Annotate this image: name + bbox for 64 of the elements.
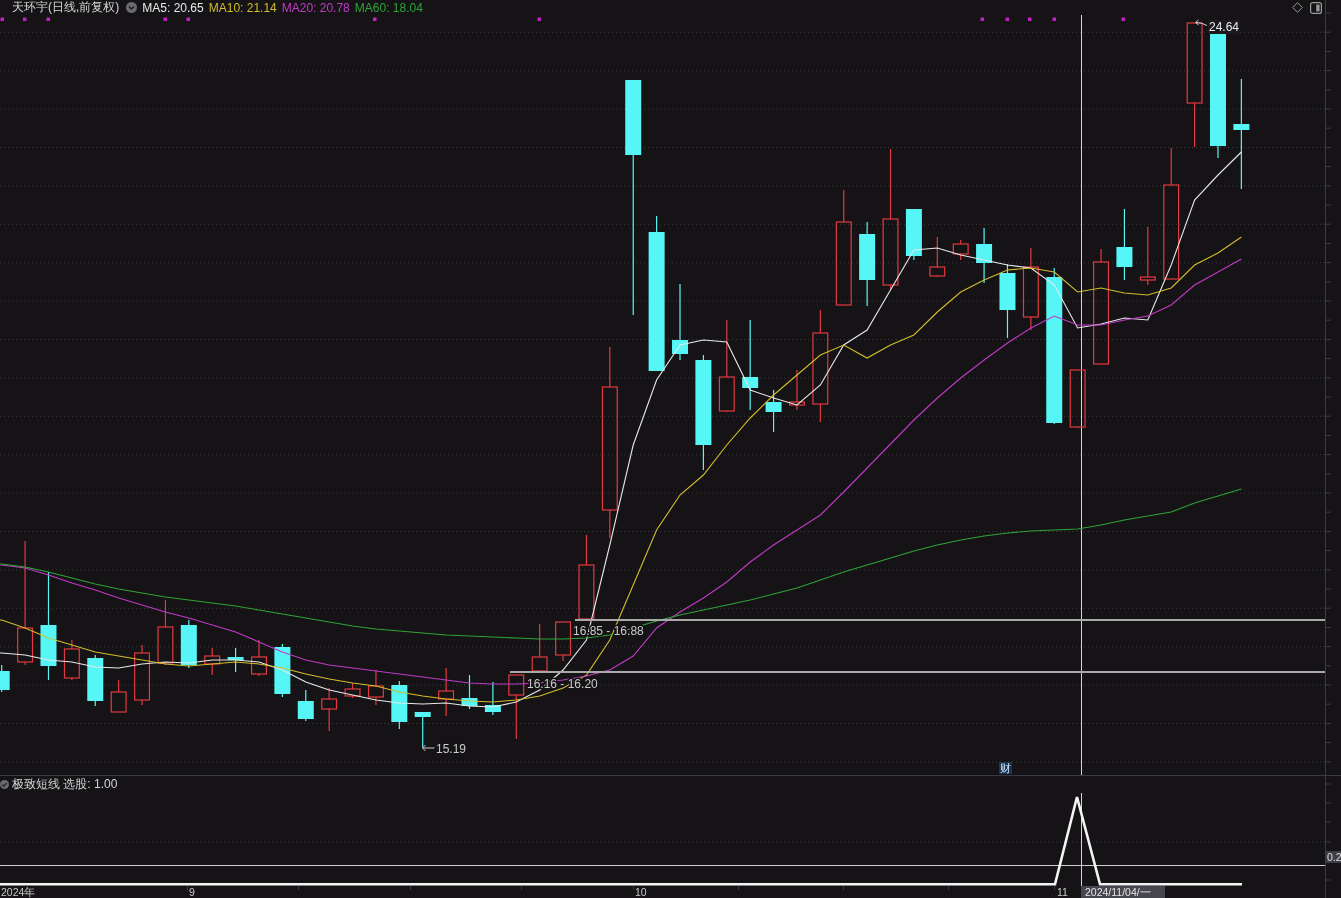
indicator-title: 极致短线 选股: 1.00 (12, 776, 118, 793)
candlestick (110, 679, 127, 713)
date-label: 11 (1057, 886, 1068, 898)
date-label: 9 (189, 886, 195, 898)
legend-label: MA60: 18.04 (354, 0, 423, 15)
marker-icon (0, 17, 4, 21)
legend-label: MA10: 21.14 (208, 0, 277, 15)
candlestick (952, 239, 969, 261)
pointer-arrow (422, 744, 435, 752)
candlestick (157, 599, 174, 666)
candlestick (134, 644, 151, 706)
candlestick (180, 619, 197, 669)
marker-icon (1052, 17, 1056, 21)
candlestick (227, 647, 244, 673)
chart-title: 天环宇(日线,前复权) (12, 0, 120, 16)
marker-icon (1121, 17, 1125, 21)
check-circle-icon[interactable] (0, 780, 9, 789)
candlestick (414, 711, 431, 748)
marker-icon (1028, 17, 1032, 21)
candlestick (63, 639, 80, 681)
candlestick (391, 680, 408, 730)
candlestick (344, 682, 361, 699)
price-label: 24.64 (1208, 20, 1241, 34)
candlestick (555, 621, 572, 662)
candlestick (1069, 369, 1086, 429)
axis-value-label: 0.2 (1326, 851, 1341, 863)
dropdown-icon[interactable] (126, 2, 138, 13)
crosshair-date-label: 2024/11/04/一 (1081, 886, 1165, 898)
candlestick (788, 369, 805, 411)
diamond-icon[interactable] (1292, 2, 1303, 13)
date-label: 2024年 (1, 886, 36, 898)
candlestick (321, 687, 338, 732)
candlestick (1139, 226, 1156, 286)
marker-icon (1005, 17, 1009, 21)
panel-toggle-icon[interactable] (1310, 1, 1322, 14)
pointer-arrow (1195, 19, 1208, 26)
candlestick (367, 669, 384, 706)
candlestick (87, 654, 104, 707)
marker-icon (23, 17, 27, 21)
candlestick (461, 674, 478, 710)
candlestick (929, 236, 946, 278)
candlestick (531, 623, 548, 672)
marker-icon (46, 17, 50, 21)
marker-icon (163, 17, 167, 21)
candlestick (251, 639, 267, 677)
candlestick (905, 208, 922, 261)
candlestick (765, 389, 782, 433)
candlestick (976, 227, 993, 284)
marker-icon (186, 17, 190, 21)
marker-icon (537, 17, 541, 21)
candlestick (274, 643, 291, 698)
candlestick (204, 647, 221, 676)
event-badge[interactable]: 财 (999, 762, 1012, 774)
legend-label: MA20: 20.78 (281, 0, 350, 15)
candlestick (484, 681, 501, 716)
candlestick (508, 674, 525, 740)
candlestick (438, 667, 455, 717)
marker-icon (980, 17, 984, 21)
marker-icon (373, 17, 377, 21)
date-label: 10 (635, 886, 647, 898)
price-label: 15.19 (436, 742, 467, 756)
candlestick (0, 664, 10, 693)
legend-label: MA5: 20.65 (142, 0, 204, 15)
candlestick (297, 689, 314, 722)
